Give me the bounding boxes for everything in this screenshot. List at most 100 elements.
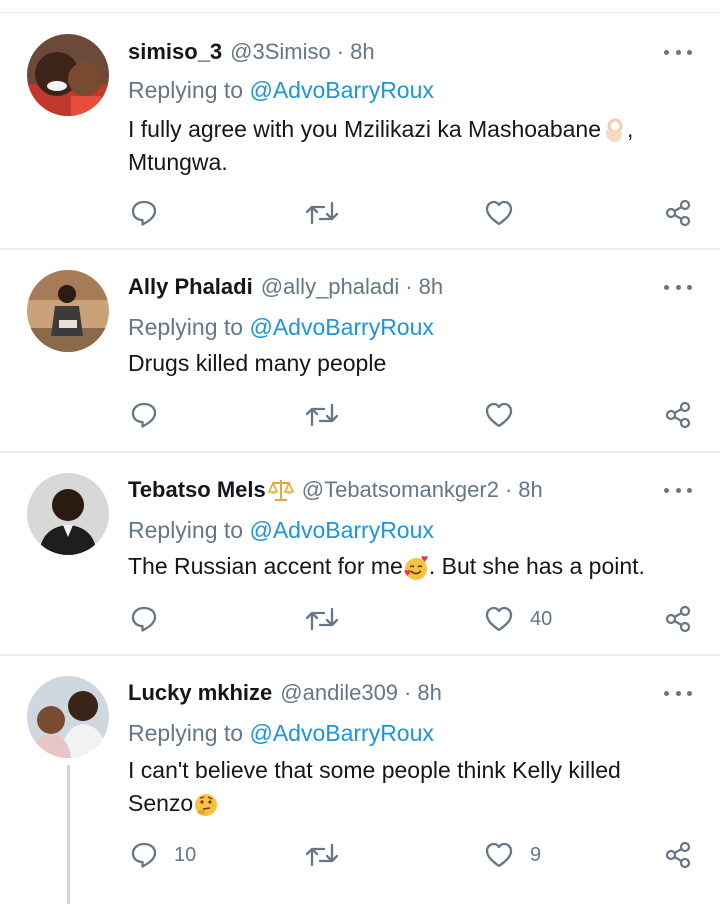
reply-button[interactable]: [130, 196, 174, 230]
action-bar: [0, 398, 720, 432]
tweet-text: Drugs killed many people: [128, 347, 703, 380]
share-button[interactable]: [664, 196, 692, 230]
avatar-image: [27, 473, 109, 555]
tweet-text-line: Senzo: [128, 790, 194, 816]
replying-label: Replying to: [128, 314, 244, 340]
ok-hand-emoji: [605, 118, 623, 142]
retweet-button[interactable]: [305, 398, 355, 432]
display-name[interactable]: Lucky mkhize: [128, 680, 272, 706]
user-handle[interactable]: @3Simiso: [230, 39, 331, 65]
mention-link[interactable]: @AdvoBarryRoux: [249, 314, 433, 340]
thread-connector: [67, 765, 70, 904]
replying-to: Replying to @AdvoBarryRoux: [128, 314, 434, 341]
like-icon: [485, 606, 513, 632]
retweet-icon: [305, 843, 339, 867]
thinking-face-emoji: [195, 793, 218, 816]
display-name[interactable]: simiso_3: [128, 39, 222, 65]
tweet-text: I fully agree with you Mzilikazi ka Mash…: [128, 113, 703, 179]
tweet-header: Lucky mkhize @andile309 · 8h: [128, 678, 442, 708]
avatar[interactable]: [27, 473, 109, 555]
like-button[interactable]: 40: [484, 602, 552, 636]
tweet-text-line: Mtungwa.: [128, 149, 228, 175]
tweet-header: Tebatso Mels @Tebatsomankger2 · 8h: [128, 475, 543, 505]
more-icon[interactable]: [664, 277, 692, 297]
tweet-1[interactable]: simiso_3 @3Simiso · 8h Replying to @Advo…: [0, 13, 720, 250]
user-handle[interactable]: @andile309: [280, 680, 398, 706]
replying-to: Replying to @AdvoBarryRoux: [128, 517, 434, 544]
user-handle[interactable]: @ally_phaladi: [261, 274, 400, 300]
like-button[interactable]: [484, 196, 530, 230]
tweet-2[interactable]: Ally Phaladi @ally_phaladi · 8h Replying…: [0, 250, 720, 453]
separator-dot: ·: [504, 477, 513, 502]
timestamp[interactable]: 8h: [350, 39, 374, 65]
avatar-image: [27, 270, 109, 352]
replying-to: Replying to @AdvoBarryRoux: [128, 720, 434, 747]
reply-icon: [131, 200, 157, 226]
retweet-icon: [305, 403, 339, 427]
retweet-icon: [305, 201, 339, 225]
like-count: 9: [530, 843, 542, 866]
reply-button[interactable]: [130, 602, 174, 636]
balance-scale-emoji: [267, 480, 294, 501]
avatar-image: [27, 676, 109, 758]
like-button[interactable]: [484, 398, 530, 432]
retweet-button[interactable]: [305, 602, 355, 636]
replying-to: Replying to @AdvoBarryRoux: [128, 77, 434, 104]
tweet-3[interactable]: Tebatso Mels @Tebatsomankger2 · 8h Reply…: [0, 453, 720, 656]
display-name[interactable]: Tebatso Mels: [128, 477, 266, 503]
like-icon: [485, 402, 513, 428]
display-name[interactable]: Ally Phaladi: [128, 274, 253, 300]
tweet-text-line: Drugs killed many people: [128, 350, 387, 376]
like-icon: [485, 200, 513, 226]
mention-link[interactable]: @AdvoBarryRoux: [249, 720, 433, 746]
tweet-text-line: I can't believe that some people think K…: [128, 757, 621, 783]
timestamp[interactable]: 8h: [518, 477, 542, 503]
tweet-text-suffix: ,: [627, 116, 634, 142]
reply-button[interactable]: [130, 398, 174, 432]
share-button[interactable]: [664, 398, 692, 432]
timestamp[interactable]: 8h: [417, 680, 441, 706]
smiling-face-with-hearts-emoji: [404, 555, 428, 580]
replying-label: Replying to: [128, 77, 244, 103]
tweet-header: simiso_3 @3Simiso · 8h: [128, 37, 375, 67]
share-button[interactable]: [664, 602, 692, 636]
mention-link[interactable]: @AdvoBarryRoux: [249, 517, 433, 543]
tweet-text-line: . But she has a point.: [428, 553, 645, 579]
more-icon[interactable]: [664, 480, 692, 500]
user-handle[interactable]: @Tebatsomankger2: [302, 477, 499, 503]
replying-label: Replying to: [128, 517, 244, 543]
retweet-button[interactable]: [305, 838, 355, 872]
share-icon: [665, 199, 691, 227]
timestamp[interactable]: 8h: [419, 274, 443, 300]
more-icon[interactable]: [664, 42, 692, 62]
avatar[interactable]: [27, 676, 109, 758]
tweet-text-line: The Russian accent for me: [128, 553, 403, 579]
like-icon: [485, 842, 513, 868]
tweet-text: The Russian accent for me . But she has a…: [128, 550, 703, 583]
share-icon: [665, 605, 691, 633]
mention-link[interactable]: @AdvoBarryRoux: [249, 77, 433, 103]
reply-icon: [131, 402, 157, 428]
avatar-image: [27, 34, 109, 116]
more-icon[interactable]: [664, 683, 692, 703]
share-icon: [665, 841, 691, 869]
reply-button[interactable]: 10: [130, 838, 196, 872]
avatar[interactable]: [27, 270, 109, 352]
share-button[interactable]: [664, 838, 692, 872]
tweet-text-line: I fully agree with you Mzilikazi ka Mash…: [128, 116, 602, 142]
like-button[interactable]: 9: [484, 838, 541, 872]
separator-dot: ·: [336, 39, 345, 64]
like-count: 40: [530, 607, 553, 630]
retweet-button[interactable]: [305, 196, 355, 230]
separator-dot: ·: [405, 274, 413, 299]
separator-dot: ·: [404, 680, 412, 705]
action-bar: 40: [0, 602, 720, 636]
action-bar: [0, 196, 720, 230]
reply-icon: [131, 842, 157, 868]
reply-count: 10: [174, 843, 197, 866]
replying-label: Replying to: [128, 720, 244, 746]
reply-icon: [131, 606, 157, 632]
tweet-4[interactable]: Lucky mkhize @andile309 · 8h Replying to…: [0, 656, 720, 904]
avatar[interactable]: [27, 34, 109, 116]
action-bar: 10 9: [0, 838, 720, 872]
